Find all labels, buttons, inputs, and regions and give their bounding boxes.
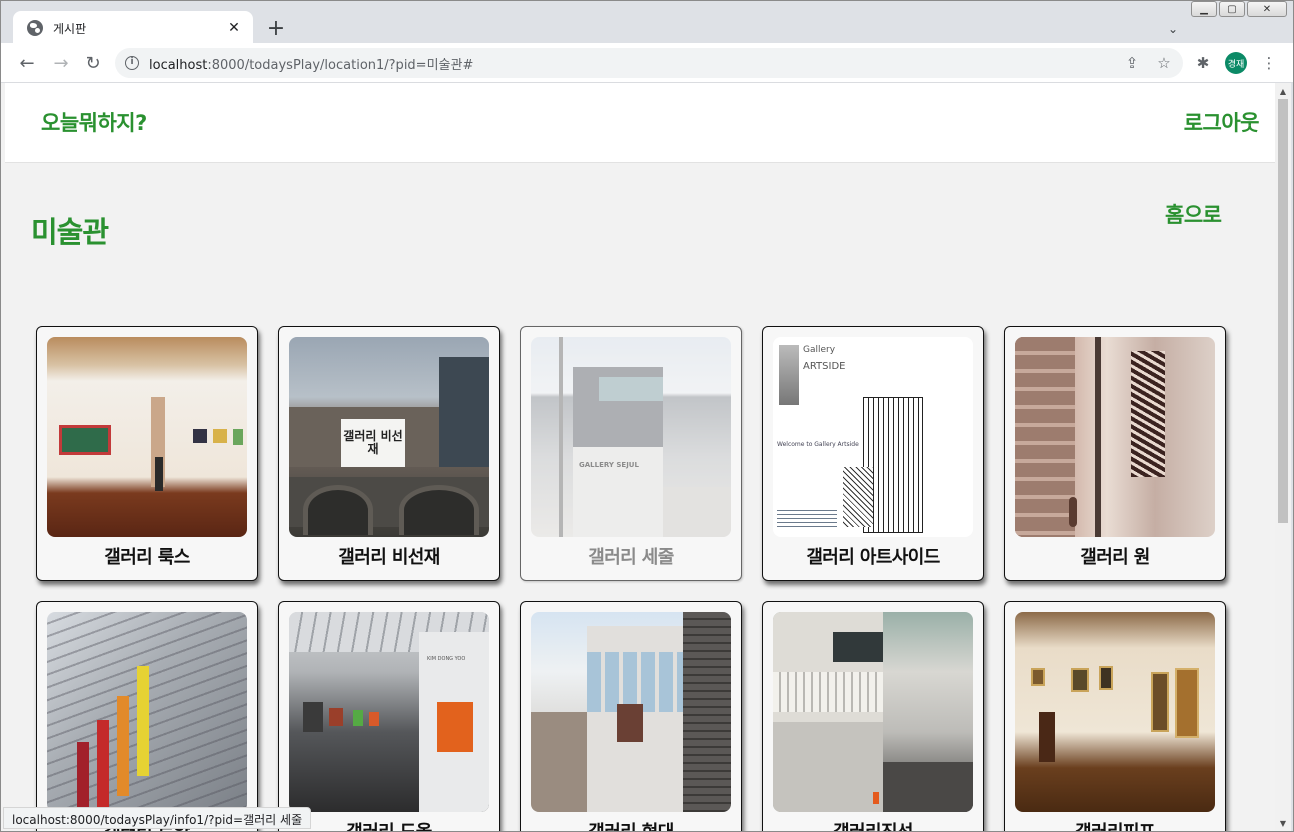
site-header: 오늘뭐하지? 로그아웃: [5, 83, 1275, 163]
gallery-thumbnail: [47, 612, 247, 812]
gallery-card-label: 갤러리 현대: [521, 818, 741, 831]
bookmark-star-icon[interactable]: ☆: [1153, 52, 1175, 74]
gallery-thumbnail: 갤러리 비선재: [289, 337, 489, 537]
scrollbar-thumb[interactable]: [1278, 99, 1288, 523]
home-link[interactable]: 홈으로: [1165, 199, 1222, 229]
maximize-button[interactable]: ▢: [1219, 1, 1245, 17]
tab-strip: 게시판 ✕ + ⌄ ▁ ▢ ✕: [1, 1, 1293, 45]
gallery-card[interactable]: Gallery ARTSIDE Welcome to Gallery Artsi…: [762, 326, 984, 581]
gallery-card[interactable]: 갤러리진선: [762, 601, 984, 831]
menu-kebab-icon[interactable]: ⋮: [1255, 49, 1283, 77]
gallery-card[interactable]: 갤러리피프: [1004, 601, 1226, 831]
extensions-puzzle-icon[interactable]: ✱: [1189, 49, 1217, 77]
gallery-thumbnail: [1015, 337, 1215, 537]
gallery-thumbnail: [1015, 612, 1215, 812]
window-controls: ▁ ▢ ✕: [1191, 1, 1287, 19]
thumbnail-sign-text: 갤러리 비선재: [341, 419, 405, 467]
gallery-thumbnail: KIM DONG YOO: [289, 612, 489, 812]
minimize-button[interactable]: ▁: [1191, 1, 1217, 17]
page-viewport: 오늘뭐하지? 로그아웃 미술관 홈으로 갤러리 룩스 갤러리 비선재 갤러리 비…: [1, 83, 1275, 831]
gallery-thumbnail: [773, 612, 973, 812]
thumbnail-sign-text: GALLERY SEJUL: [579, 461, 639, 469]
gallery-grid: 갤러리 룩스 갤러리 비선재 갤러리 비선재 GALLERY SEJUL 갤러리…: [36, 326, 1236, 831]
forward-button[interactable]: →: [47, 49, 75, 77]
omnibox-actions: ⇪ ☆: [1121, 52, 1175, 74]
site-logo[interactable]: 오늘뭐하지?: [41, 107, 147, 137]
gallery-card[interactable]: 갤러리 비선재 갤러리 비선재: [278, 326, 500, 581]
thumbnail-wall-text: KIM DONG YOO: [427, 656, 466, 662]
close-window-button[interactable]: ✕: [1247, 1, 1287, 17]
link-status-bar: localhost:8000/todaysPlay/info1/?pid=갤러리…: [3, 807, 312, 829]
gallery-card-label: 갤러리 원: [1080, 547, 1150, 568]
profile-avatar[interactable]: 경재: [1225, 52, 1247, 74]
gallery-card-label: 갤러리 룩스: [104, 547, 190, 568]
share-icon[interactable]: ⇪: [1121, 52, 1143, 74]
browser-window: 게시판 ✕ + ⌄ ▁ ▢ ✕ ← → ↻ i localhost:8000/t…: [0, 0, 1294, 832]
gallery-card[interactable]: 갤러리 원: [1004, 326, 1226, 581]
browser-tab[interactable]: 게시판 ✕: [13, 11, 253, 45]
scroll-down-arrow-icon[interactable]: ▼: [1275, 815, 1291, 831]
thumbnail-brand-line2: ARTSIDE: [803, 361, 846, 372]
toolbar-right: ✱ 경재 ⋮: [1189, 49, 1283, 77]
gallery-card-label: 갤러리피프: [1005, 818, 1225, 831]
gallery-card[interactable]: GALLERY SEJUL 갤러리 세줄: [520, 326, 742, 581]
globe-icon: [27, 20, 43, 36]
page-title: 미술관: [31, 215, 109, 249]
gallery-thumbnail: Gallery ARTSIDE Welcome to Gallery Artsi…: [773, 337, 973, 537]
new-tab-button[interactable]: +: [263, 15, 289, 41]
url-text: localhost:8000/todaysPlay/location1/?pid…: [149, 54, 473, 73]
reload-button[interactable]: ↻: [79, 49, 107, 77]
gallery-card-label: 갤러리진선: [763, 818, 983, 831]
gallery-card-label: 갤러리 비선재: [338, 547, 440, 568]
browser-toolbar: ← → ↻ i localhost:8000/todaysPlay/locati…: [1, 43, 1293, 83]
gallery-card-label: 갤러리 도올: [279, 818, 499, 831]
gallery-card[interactable]: KIM DONG YOO 갤러리 도올: [278, 601, 500, 831]
page-scrollbar[interactable]: ▲ ▼: [1275, 83, 1291, 831]
logout-link[interactable]: 로그아웃: [1184, 107, 1260, 137]
address-bar[interactable]: i localhost:8000/todaysPlay/location1/?p…: [115, 48, 1183, 78]
tab-close-button[interactable]: ✕: [225, 19, 243, 37]
gallery-thumbnail: [531, 612, 731, 812]
url-path: :8000/todaysPlay/location1/?pid=미술관#: [207, 57, 474, 73]
gallery-card[interactable]: 갤러리 현대: [520, 601, 742, 831]
tab-title: 게시판: [53, 21, 87, 36]
thumbnail-brand-line1: Gallery: [803, 345, 836, 355]
gallery-thumbnail: [47, 337, 247, 537]
url-host: localhost: [149, 57, 208, 73]
gallery-card[interactable]: 갤러리 룩스: [36, 326, 258, 581]
gallery-card-label: 갤러리 아트사이드: [806, 547, 940, 568]
gallery-card-label: 갤러리 세줄: [588, 547, 674, 568]
gallery-thumbnail: GALLERY SEJUL: [531, 337, 731, 537]
scroll-up-arrow-icon[interactable]: ▲: [1275, 83, 1291, 99]
site-info-icon[interactable]: i: [125, 56, 139, 70]
thumbnail-welcome-text: Welcome to Gallery Artside: [777, 441, 859, 448]
tab-search-icon[interactable]: ⌄: [1161, 17, 1185, 41]
gallery-card[interactable]: 갤러리 로얄: [36, 601, 258, 831]
back-button[interactable]: ←: [13, 49, 41, 77]
